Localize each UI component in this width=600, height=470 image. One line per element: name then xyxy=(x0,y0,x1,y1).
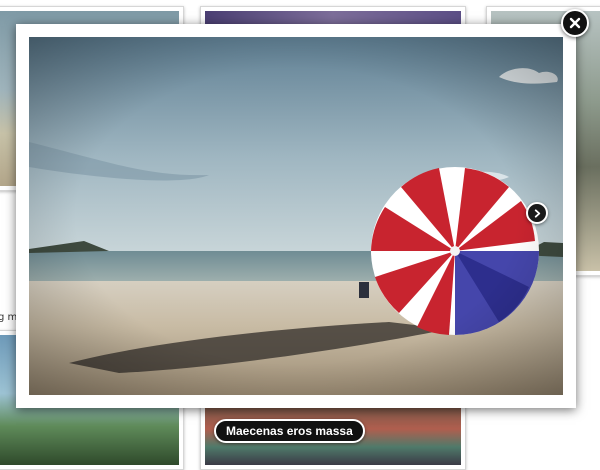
thumbnail-caption-partial: g m xyxy=(0,312,18,323)
close-icon xyxy=(569,17,581,29)
close-lightbox-button[interactable] xyxy=(561,9,589,37)
lightbox-frame xyxy=(16,24,576,408)
image-caption: Maecenas eros massa xyxy=(214,419,365,443)
lightbox-photo xyxy=(29,37,563,395)
next-image-button[interactable] xyxy=(526,202,548,224)
chevron-right-icon xyxy=(534,208,540,218)
